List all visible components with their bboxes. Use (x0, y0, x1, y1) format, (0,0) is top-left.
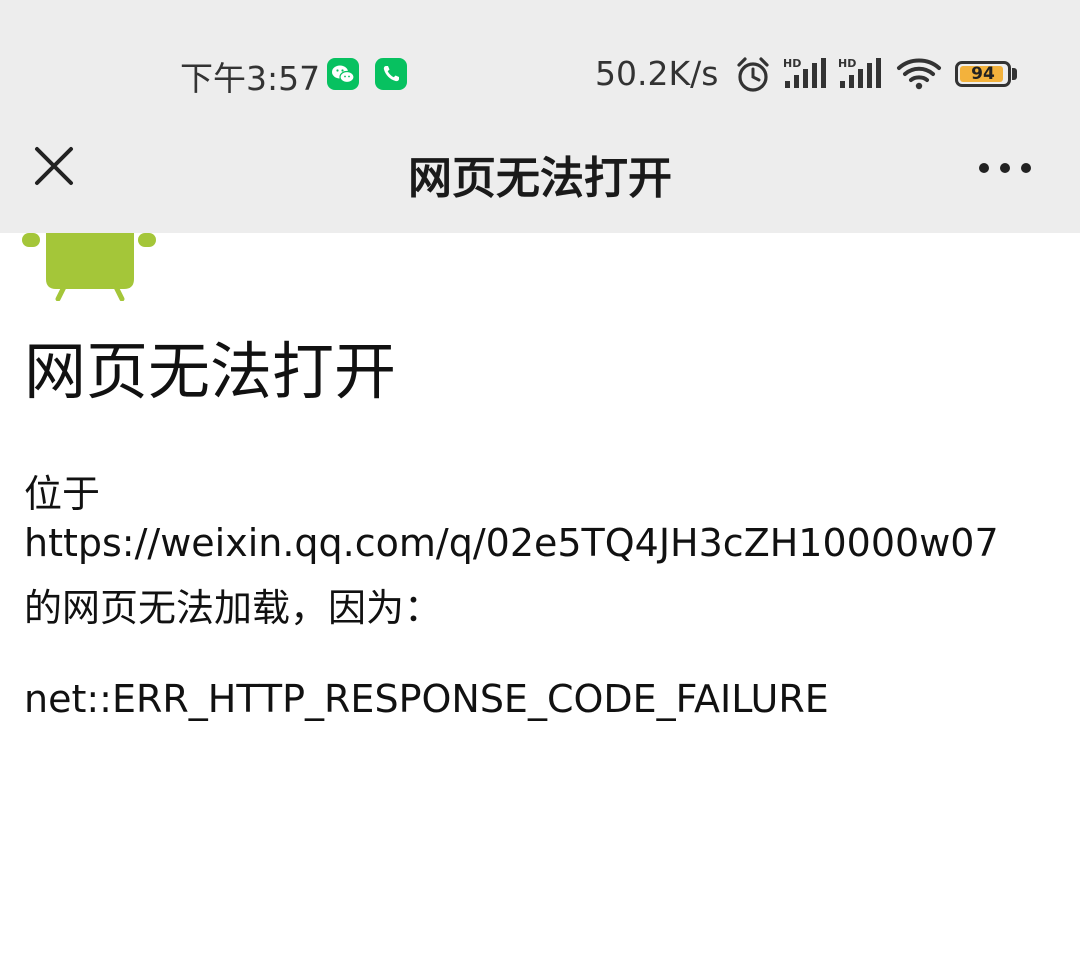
hd-signal-icon: HD (783, 56, 831, 96)
status-bar: 下午3:57 50.2K/s HD HD 94 (0, 0, 1080, 120)
svg-text:HD: HD (783, 57, 801, 70)
page-title: 网页无法打开 (408, 153, 672, 204)
hd-signal-icon: HD (838, 56, 886, 96)
error-page: 网页无法打开 位于 https://weixin.qq.com/q/02e5TQ… (0, 233, 1080, 960)
wechat-icon (327, 58, 359, 90)
svg-text:HD: HD (838, 57, 856, 70)
battery-icon: 94 (955, 61, 1011, 87)
network-speed: 50.2K/s (595, 54, 719, 93)
alarm-icon (734, 56, 774, 98)
battery-level: 94 (971, 64, 995, 84)
wifi-icon (896, 56, 942, 96)
close-button[interactable] (22, 134, 86, 198)
error-code: net::ERR_HTTP_RESPONSE_CODE_FAILURE (24, 677, 829, 721)
more-icon (979, 163, 1031, 173)
phone-icon (375, 58, 407, 90)
battery-tip (1012, 68, 1017, 80)
status-time: 下午3:57 (180, 59, 321, 98)
android-icon (22, 233, 158, 305)
error-message-suffix: 的网页无法加载，因为： (24, 586, 443, 630)
close-icon (35, 147, 73, 185)
error-message-prefix: 位于 (24, 472, 101, 516)
error-url: https://weixin.qq.com/q/02e5TQ4JH3cZH100… (24, 521, 999, 565)
nav-bar: 网页无法打开 (0, 120, 1080, 233)
more-button[interactable] (966, 138, 1042, 198)
error-title: 网页无法打开 (24, 335, 397, 408)
